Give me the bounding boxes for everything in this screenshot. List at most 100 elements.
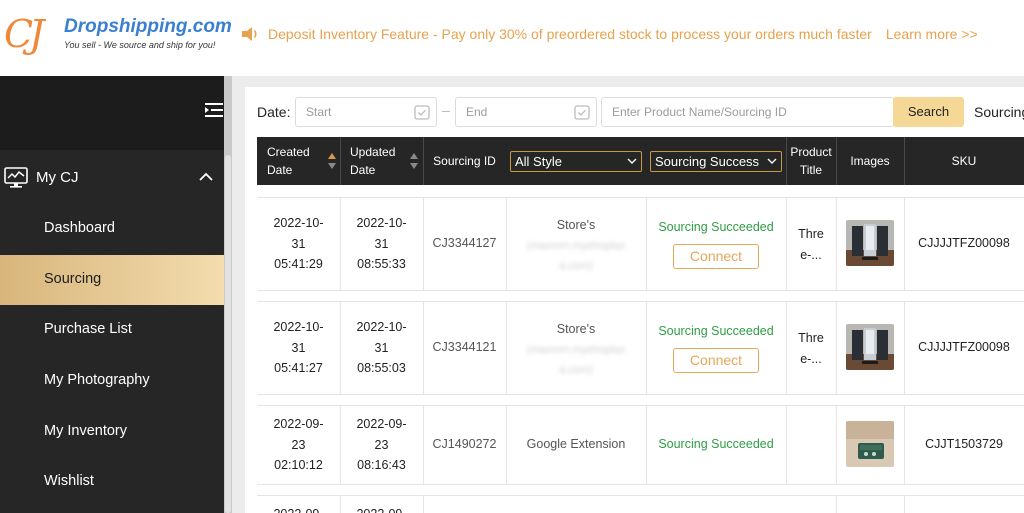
updated-date-cell: 2022-09- 23 08:16:43 [340, 414, 423, 476]
date-part: 31 [291, 236, 306, 251]
sidebar-header [0, 76, 232, 150]
end-date-placeholder: End [466, 105, 488, 119]
title-part: e-... [800, 351, 822, 366]
menu-collapse-icon[interactable] [205, 101, 225, 119]
monitor-chart-icon [4, 167, 28, 188]
logo-mark: CJ [4, 12, 44, 56]
sidebar-scrollbar-thumb[interactable] [225, 155, 231, 513]
sourcing-id-cell[interactable]: CJ3344121 [423, 337, 506, 358]
sku-cell: CJJJJTFZ00098 [918, 236, 1010, 250]
sidebar-item-purchase-list[interactable]: Purchase List [0, 305, 224, 355]
title-part: e-... [800, 247, 822, 262]
sidebar-item-label: Sourcing [44, 271, 102, 287]
sidebar-item-dashboard[interactable]: Dashboard [0, 204, 224, 254]
announcement-text: Deposit Inventory Feature - Pay only 30%… [268, 26, 872, 42]
date-part: 2022-09- [356, 417, 407, 431]
title-part: Thre [798, 331, 824, 345]
store-cell: Store's (maxmm.myshoplaz a.com) [506, 319, 646, 381]
column-label: Images [850, 154, 890, 168]
top-bar: CJ Dropshipping.com You sell - We source… [0, 0, 1024, 74]
calendar-check-icon[interactable] [414, 105, 430, 120]
date-part: 2022-10- [356, 216, 407, 230]
cell-divider [646, 197, 647, 291]
sidebar: My CJ Dashboard Sourcing Purchase List M… [0, 76, 232, 513]
sidebar-item-label: My Photography [44, 372, 150, 388]
time-part: 02:10:12 [274, 458, 323, 472]
date-part: 2022-10- [273, 320, 324, 334]
cell-divider [836, 197, 837, 291]
end-date-input[interactable]: End [455, 97, 597, 127]
chevron-up-icon[interactable] [199, 172, 213, 182]
status-text: Sourcing Succeeded [658, 220, 774, 234]
product-title-cell[interactable]: Thre e-... [786, 224, 836, 265]
time-part: 08:55:33 [357, 257, 406, 271]
announcement-bar: Deposit Inventory Feature - Pay only 30%… [240, 24, 978, 44]
speaker-icon [242, 27, 257, 41]
date-part: 23 [291, 437, 306, 452]
status-text: Sourcing Succeeded [658, 324, 774, 338]
cell-divider [423, 495, 424, 513]
search-button[interactable]: Search [893, 97, 964, 127]
product-title-cell[interactable]: Thre e-... [786, 328, 836, 369]
store-cell: Store's (maxmm.myshoplaz a.com) [506, 215, 646, 277]
learn-more-link[interactable]: Learn more >> [886, 26, 978, 42]
store-domain-blurred: (maxmm.myshoplaz [526, 239, 626, 252]
product-search-placeholder: Enter Product Name/Sourcing ID [612, 105, 787, 119]
sidebar-item-wishlist[interactable]: Wishlist [0, 457, 224, 507]
updated-date-cell: 2022-09- [340, 504, 423, 513]
style-filter-select[interactable]: All Style [510, 151, 642, 172]
date-part: 2022-09- [340, 504, 423, 513]
sidebar-item-label: Dashboard [44, 220, 115, 236]
status-filter-value: Sourcing Success [655, 154, 760, 169]
store-domain-blurred: a.com) [559, 364, 593, 376]
app-window: CJ Dropshipping.com You sell - We source… [0, 0, 1024, 513]
sort-arrows-icon[interactable] [327, 150, 337, 172]
store-label: Google Extension [526, 437, 626, 451]
time-part: 05:41:27 [274, 361, 323, 375]
cell-divider [836, 405, 837, 485]
created-date-cell: 2022-10- 31 05:41:27 [257, 317, 340, 379]
connect-button[interactable]: Connect [673, 348, 759, 373]
sidebar-section-my-cj[interactable]: My CJ [0, 154, 224, 204]
store-label: Store's [556, 218, 596, 232]
product-image[interactable] [846, 508, 894, 513]
product-image[interactable] [846, 220, 894, 266]
sourcing-id-cell[interactable]: CJ3344127 [423, 233, 506, 254]
date-part: 31 [374, 236, 389, 251]
column-label: Created Date [267, 145, 310, 177]
product-image[interactable] [846, 421, 894, 467]
date-part: 23 [374, 437, 389, 452]
status-filter-select[interactable]: Sourcing Success [650, 151, 782, 172]
cj-logo[interactable]: CJ Dropshipping.com You sell - We source… [4, 12, 232, 60]
logo-brand: Dropshipping.com [64, 16, 232, 37]
sidebar-item-label: My Inventory [44, 423, 127, 439]
column-images: Images [836, 137, 904, 185]
sidebar-item-sourcing[interactable]: Sourcing [0, 255, 224, 305]
product-search-input[interactable]: Enter Product Name/Sourcing ID [601, 97, 894, 127]
start-date-input[interactable]: Start [295, 97, 437, 127]
time-part: 05:41:29 [274, 257, 323, 271]
sort-arrows-icon[interactable] [409, 150, 419, 172]
updated-date-cell: 2022-10- 31 08:55:03 [340, 317, 423, 379]
cell-divider [836, 495, 837, 513]
connect-button[interactable]: Connect [673, 244, 759, 269]
sidebar-item-label: Wishlist [44, 473, 94, 489]
cell-divider [836, 301, 837, 395]
status-text: Sourcing Succeeded [658, 437, 774, 451]
sourcing-filter-label: Sourcing [974, 104, 1024, 120]
created-date-cell: 2022-09- [257, 504, 340, 513]
logo-tagline: You sell - We source and ship for you! [64, 40, 216, 50]
product-image[interactable] [846, 324, 894, 370]
sidebar-item-my-photography[interactable]: My Photography [0, 356, 224, 406]
column-sku: SKU [904, 137, 1024, 185]
date-part: 31 [374, 340, 389, 355]
sidebar-item-my-inventory[interactable]: My Inventory [0, 407, 224, 457]
calendar-check-icon[interactable] [574, 105, 590, 120]
sku-cell: CJJT1503729 [925, 437, 1003, 451]
sidebar-section-label: My CJ [36, 169, 79, 186]
store-cell: Google Extension [506, 434, 646, 455]
store-domain-blurred: (maxmm.myshoplaz [526, 343, 626, 356]
sourcing-id-cell[interactable]: CJ1490272 [423, 434, 506, 455]
sidebar-item-label: Purchase List [44, 321, 132, 337]
created-date-cell: 2022-10- 31 05:41:29 [257, 213, 340, 275]
